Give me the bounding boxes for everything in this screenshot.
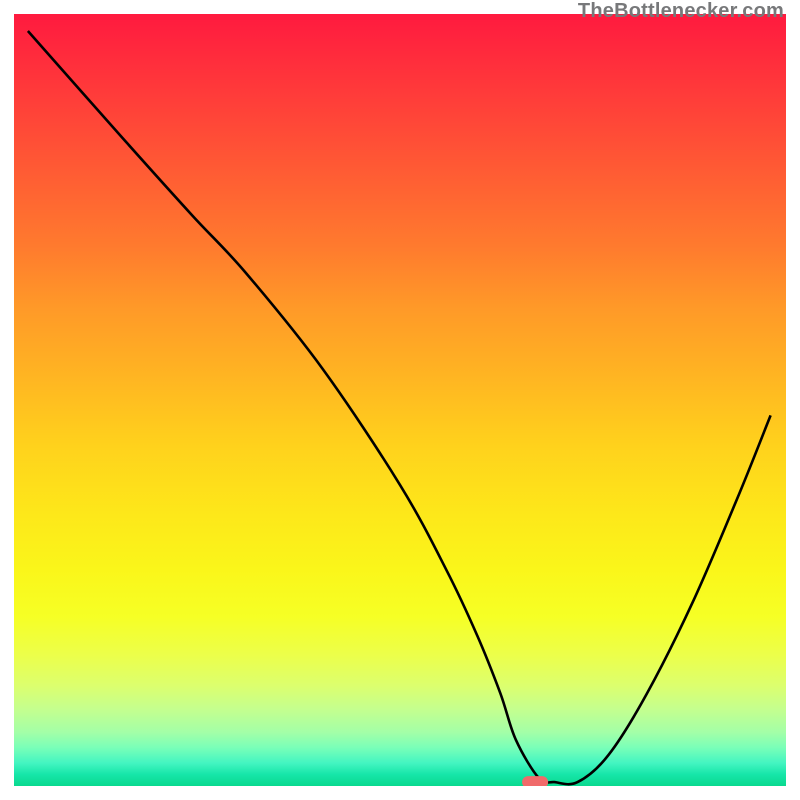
plot-group (28, 31, 771, 788)
bottleneck-chart: TheBottlenecker.com (0, 0, 800, 800)
optimal-marker (522, 776, 548, 788)
chart-svg (0, 0, 800, 800)
bottleneck-curve-path (28, 31, 771, 784)
